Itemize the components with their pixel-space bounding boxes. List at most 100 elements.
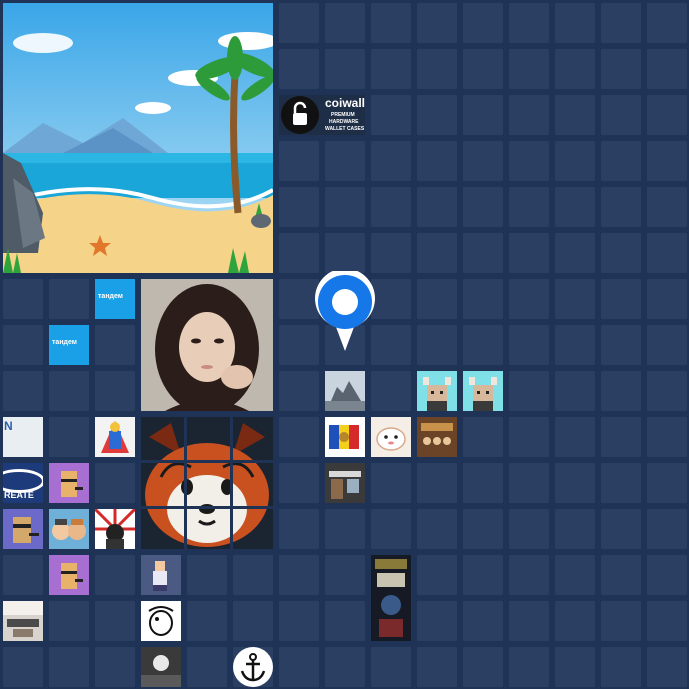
empty-grid-cell[interactable] bbox=[3, 555, 43, 595]
empty-grid-cell[interactable] bbox=[463, 187, 503, 227]
empty-grid-cell[interactable] bbox=[49, 647, 89, 687]
empty-grid-cell[interactable] bbox=[463, 509, 503, 549]
empty-grid-cell[interactable] bbox=[325, 49, 365, 89]
empty-grid-cell[interactable] bbox=[279, 463, 319, 503]
empty-grid-cell[interactable] bbox=[417, 233, 457, 273]
empty-grid-cell[interactable] bbox=[417, 95, 457, 135]
empty-grid-cell[interactable] bbox=[555, 509, 595, 549]
empty-grid-cell[interactable] bbox=[279, 325, 319, 365]
empty-grid-cell[interactable] bbox=[463, 49, 503, 89]
colorful-figure-tile[interactable] bbox=[95, 417, 135, 457]
empty-grid-cell[interactable] bbox=[279, 417, 319, 457]
empty-grid-cell[interactable] bbox=[555, 325, 595, 365]
empty-grid-cell[interactable] bbox=[555, 95, 595, 135]
pixel-punk-tile[interactable] bbox=[49, 463, 89, 503]
empty-grid-cell[interactable] bbox=[555, 49, 595, 89]
empty-grid-cell[interactable] bbox=[555, 555, 595, 595]
empty-grid-cell[interactable] bbox=[555, 233, 595, 273]
empty-grid-cell[interactable] bbox=[647, 555, 687, 595]
empty-grid-cell[interactable] bbox=[417, 279, 457, 319]
empty-grid-cell[interactable] bbox=[417, 49, 457, 89]
empty-grid-cell[interactable] bbox=[509, 279, 549, 319]
empty-grid-cell[interactable] bbox=[601, 371, 641, 411]
empty-grid-cell[interactable] bbox=[555, 279, 595, 319]
empty-grid-cell[interactable] bbox=[647, 49, 687, 89]
empty-grid-cell[interactable] bbox=[371, 49, 411, 89]
empty-grid-cell[interactable] bbox=[279, 187, 319, 227]
empty-grid-cell[interactable] bbox=[601, 325, 641, 365]
moose-avatar-tile[interactable] bbox=[463, 371, 503, 411]
empty-grid-cell[interactable] bbox=[647, 279, 687, 319]
empty-grid-cell[interactable] bbox=[95, 601, 135, 641]
empty-grid-cell[interactable] bbox=[371, 233, 411, 273]
empty-grid-cell[interactable] bbox=[463, 141, 503, 181]
empty-grid-cell[interactable] bbox=[417, 647, 457, 687]
empty-grid-cell[interactable] bbox=[647, 509, 687, 549]
book-cover-tile[interactable] bbox=[371, 555, 411, 641]
empty-grid-cell[interactable] bbox=[233, 555, 273, 595]
empty-grid-cell[interactable] bbox=[187, 601, 227, 641]
empty-grid-cell[interactable] bbox=[417, 325, 457, 365]
empty-grid-cell[interactable] bbox=[463, 279, 503, 319]
empty-grid-cell[interactable] bbox=[555, 417, 595, 457]
empty-grid-cell[interactable] bbox=[187, 647, 227, 687]
empty-grid-cell[interactable] bbox=[371, 647, 411, 687]
empty-grid-cell[interactable] bbox=[463, 601, 503, 641]
empty-grid-cell[interactable] bbox=[371, 325, 411, 365]
empty-grid-cell[interactable] bbox=[463, 95, 503, 135]
empty-grid-cell[interactable] bbox=[509, 49, 549, 89]
empty-grid-cell[interactable] bbox=[601, 233, 641, 273]
anchor-badge-tile[interactable] bbox=[233, 647, 273, 687]
empty-grid-cell[interactable] bbox=[417, 3, 457, 43]
empty-grid-cell[interactable] bbox=[371, 509, 411, 549]
empty-grid-cell[interactable] bbox=[279, 555, 319, 595]
portrait-photo-tile[interactable] bbox=[141, 279, 273, 411]
empty-grid-cell[interactable] bbox=[417, 555, 457, 595]
empty-grid-cell[interactable] bbox=[371, 463, 411, 503]
empty-grid-cell[interactable] bbox=[509, 417, 549, 457]
empty-grid-cell[interactable] bbox=[49, 279, 89, 319]
empty-grid-cell[interactable] bbox=[647, 233, 687, 273]
partial-logo-tile[interactable]: N bbox=[3, 417, 43, 457]
empty-grid-cell[interactable] bbox=[279, 279, 319, 319]
empty-grid-cell[interactable] bbox=[325, 555, 365, 595]
empty-grid-cell[interactable] bbox=[3, 647, 43, 687]
empty-grid-cell[interactable] bbox=[601, 555, 641, 595]
storefront-photo-tile[interactable] bbox=[325, 463, 365, 503]
empty-grid-cell[interactable] bbox=[509, 647, 549, 687]
red-panda-artwork-tile[interactable] bbox=[141, 417, 273, 549]
cute-creature-tile[interactable] bbox=[371, 417, 411, 457]
empty-grid-cell[interactable] bbox=[95, 555, 135, 595]
empty-grid-cell[interactable] bbox=[325, 601, 365, 641]
brand-tile-1[interactable]: тандем bbox=[95, 279, 135, 319]
empty-grid-cell[interactable] bbox=[647, 325, 687, 365]
empty-grid-cell[interactable] bbox=[371, 3, 411, 43]
moon-scene-tile[interactable] bbox=[141, 647, 181, 687]
brand-tile-2[interactable]: тандем bbox=[49, 325, 89, 365]
empty-grid-cell[interactable] bbox=[463, 647, 503, 687]
empty-grid-cell[interactable] bbox=[555, 463, 595, 503]
empty-grid-cell[interactable] bbox=[509, 325, 549, 365]
empty-grid-cell[interactable] bbox=[279, 647, 319, 687]
empty-grid-cell[interactable] bbox=[463, 3, 503, 43]
rising-sun-art-tile[interactable] bbox=[95, 509, 135, 549]
empty-grid-cell[interactable] bbox=[279, 509, 319, 549]
empty-grid-cell[interactable] bbox=[509, 509, 549, 549]
empty-grid-cell[interactable] bbox=[279, 371, 319, 411]
empty-grid-cell[interactable] bbox=[509, 233, 549, 273]
empty-grid-cell[interactable] bbox=[371, 95, 411, 135]
empty-grid-cell[interactable] bbox=[601, 509, 641, 549]
empty-grid-cell[interactable] bbox=[325, 233, 365, 273]
coiwall-ad-tile[interactable]: coiwall PREMIUM HARDWARE WALLET CASES bbox=[279, 95, 365, 135]
empty-grid-cell[interactable] bbox=[187, 555, 227, 595]
cartoon-group-tile[interactable] bbox=[49, 509, 89, 549]
empty-grid-cell[interactable] bbox=[279, 601, 319, 641]
empty-grid-cell[interactable] bbox=[233, 601, 273, 641]
empty-grid-cell[interactable] bbox=[509, 463, 549, 503]
empty-grid-cell[interactable] bbox=[647, 371, 687, 411]
empty-grid-cell[interactable] bbox=[647, 141, 687, 181]
empty-grid-cell[interactable] bbox=[509, 3, 549, 43]
empty-grid-cell[interactable] bbox=[371, 187, 411, 227]
empty-grid-cell[interactable] bbox=[325, 187, 365, 227]
empty-grid-cell[interactable] bbox=[95, 325, 135, 365]
